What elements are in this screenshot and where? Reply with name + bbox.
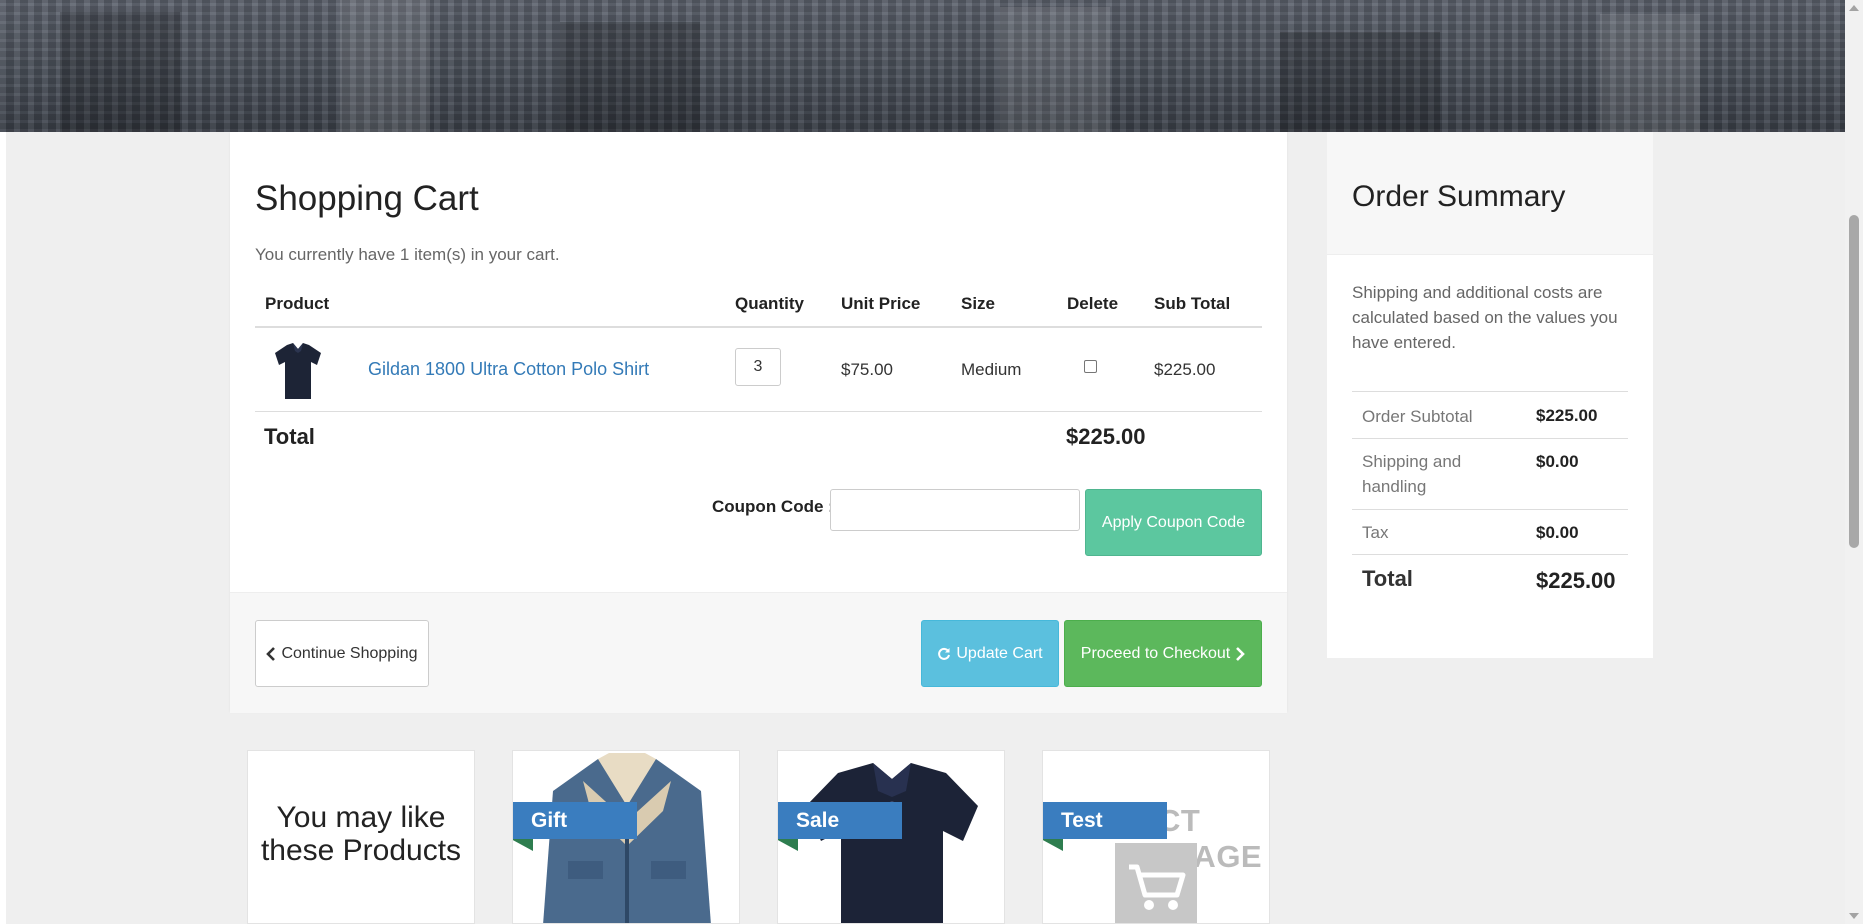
summary-divider: [1352, 391, 1628, 392]
badge-tail: [778, 839, 798, 851]
badge-gift: Gift: [513, 802, 637, 839]
recommendations-heading-card: You may like these Products: [247, 750, 475, 924]
page-scrollbar[interactable]: [1845, 0, 1863, 924]
column-header-quantity: Quantity: [735, 294, 804, 313]
hero-building: [560, 22, 700, 132]
page-title: Shopping Cart: [255, 179, 479, 218]
apply-coupon-label: Apply Coupon Code: [1101, 513, 1246, 531]
size-value: Medium: [961, 360, 1022, 379]
item-subtotal: $225.00: [1154, 360, 1216, 379]
cart-total-value: $225.00: [1066, 424, 1146, 449]
badge-tail: [513, 839, 533, 851]
quantity-input[interactable]: [735, 348, 781, 386]
column-header-subtotal: Sub Total: [1154, 294, 1231, 313]
summary-shipping-value: $0.00: [1536, 452, 1579, 471]
recommendations-title: You may like these Products: [260, 801, 462, 867]
summary-divider: [1352, 509, 1628, 510]
order-summary-title: Order Summary: [1352, 180, 1566, 213]
continue-shopping-label: Continue Shopping: [281, 644, 418, 662]
column-header-unit-price: Unit Price: [841, 294, 921, 313]
product-name-link[interactable]: Gildan 1800 Ultra Cotton Polo Shirt: [368, 359, 649, 380]
coupon-label: Coupon Code :: [712, 497, 834, 516]
unit-price: $75.00: [841, 360, 893, 379]
order-summary-header: Order Summary: [1327, 132, 1653, 255]
recommended-product-card[interactable]: Gift: [512, 750, 740, 924]
delete-checkbox[interactable]: [1084, 360, 1097, 373]
summary-total-value: $225.00: [1536, 568, 1616, 593]
update-cart-label: Update Cart: [956, 644, 1043, 662]
proceed-to-checkout-button[interactable]: Proceed to Checkout: [1064, 620, 1262, 687]
summary-tax-value: $0.00: [1536, 523, 1579, 542]
column-header-product: Product: [265, 294, 330, 313]
hero-building: [60, 12, 180, 132]
cart-icon: [1115, 843, 1197, 923]
table-header-divider: [255, 326, 1262, 328]
hero-banner: [0, 0, 1845, 132]
badge-sale: Sale: [778, 802, 902, 839]
scrollbar-thumb[interactable]: [1849, 215, 1859, 548]
table-row-divider: [255, 411, 1262, 412]
cart-panel: Shopping Cart You currently have 1 item(…: [230, 132, 1287, 713]
summary-shipping-label: Shipping and handling: [1362, 452, 1462, 496]
summary-subtotal-value: $225.00: [1536, 406, 1598, 425]
chevron-left-icon: [266, 646, 276, 661]
hero-building: [1280, 32, 1440, 132]
hero-building: [1600, 14, 1700, 132]
order-summary-note: Shipping and additional costs are calcul…: [1352, 283, 1618, 352]
badge-test: Test: [1043, 802, 1167, 839]
column-header-delete: Delete: [1067, 294, 1119, 313]
column-header-size: Size: [961, 294, 996, 313]
refresh-icon: [937, 647, 951, 661]
chevron-right-icon: [1235, 646, 1246, 661]
continue-shopping-button[interactable]: Continue Shopping: [255, 620, 429, 687]
recommended-product-card[interactable]: CT IMAGE Test: [1042, 750, 1270, 924]
summary-divider: [1352, 438, 1628, 439]
product-thumbnail[interactable]: [273, 341, 323, 401]
coupon-code-input[interactable]: [830, 489, 1080, 531]
cart-actions-bar: Continue Shopping Update Cart Proceed to…: [230, 592, 1287, 713]
scroll-up-arrow-icon[interactable]: [1849, 5, 1859, 11]
badge-tail: [1043, 839, 1063, 851]
hero-building: [1000, 7, 1110, 132]
update-cart-button[interactable]: Update Cart: [921, 620, 1059, 687]
summary-subtotal-label: Order Subtotal: [1362, 407, 1473, 426]
recommended-product-card[interactable]: Sale: [777, 750, 1005, 924]
summary-tax-label: Tax: [1362, 523, 1389, 542]
scroll-down-arrow-icon[interactable]: [1849, 913, 1859, 919]
cart-item-count: You currently have 1 item(s) in your car…: [255, 245, 560, 264]
cart-total-label: Total: [264, 424, 315, 449]
summary-total-label: Total: [1362, 566, 1413, 591]
page-edge: [0, 132, 6, 924]
apply-coupon-button[interactable]: Apply Coupon Code: [1085, 489, 1262, 556]
summary-divider: [1352, 554, 1628, 555]
checkout-label: Proceed to Checkout: [1080, 644, 1231, 662]
hero-building: [340, 0, 430, 132]
